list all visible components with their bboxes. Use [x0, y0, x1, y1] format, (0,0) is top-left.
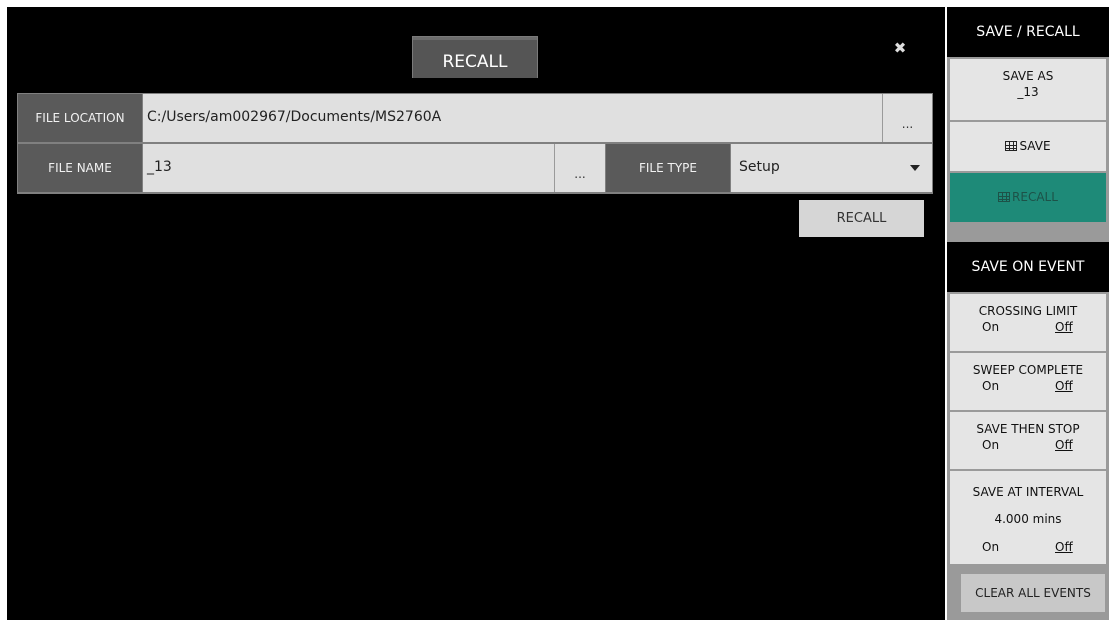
file-location-label: FILE LOCATION	[18, 94, 142, 142]
dialog-title-text: RECALL	[442, 52, 508, 72]
save-at-interval-on: On	[982, 540, 1000, 554]
save-then-stop-label: SAVE THEN STOP	[976, 422, 1080, 436]
crossing-limit-toggle[interactable]: CROSSING LIMIT On Off	[950, 294, 1106, 351]
file-type-select[interactable]: Setup	[731, 144, 932, 192]
file-name-label: FILE NAME	[18, 144, 142, 192]
browse-name-button[interactable]: ...	[554, 144, 605, 192]
save-at-interval-toggle[interactable]: SAVE AT INTERVAL 4.000 mins On Off	[950, 471, 1106, 564]
crossing-limit-on: On	[982, 320, 1000, 334]
sweep-complete-off: Off	[1055, 379, 1073, 393]
save-at-interval-label: SAVE AT INTERVAL	[972, 485, 1084, 499]
file-type-label: FILE TYPE	[606, 144, 730, 192]
recall-side-label: RECALL	[1012, 190, 1058, 204]
save-label: SAVE	[1019, 139, 1051, 153]
file-location-field[interactable]: C:/Users/am002967/Documents/MS2760A	[143, 94, 882, 142]
file-type-value: Setup	[739, 159, 780, 175]
recall-dialog: RECALL ✖ FILE LOCATION C:/Users/am002967…	[7, 7, 945, 620]
save-button[interactable]: SAVE	[950, 122, 1106, 171]
save-then-stop-off: Off	[1055, 438, 1073, 452]
sweep-complete-label: SWEEP COMPLETE	[972, 363, 1084, 377]
browse-location-button[interactable]: ...	[882, 94, 932, 142]
save-then-stop-toggle[interactable]: SAVE THEN STOP On Off	[950, 412, 1106, 469]
save-recall-header: SAVE / RECALL	[947, 7, 1109, 57]
grid-icon	[998, 192, 1011, 202]
sweep-complete-toggle[interactable]: SWEEP COMPLETE On Off	[950, 353, 1106, 410]
sweep-complete-on: On	[982, 379, 1000, 393]
save-as-label: SAVE AS	[1002, 69, 1054, 83]
save-as-value: _13	[1017, 85, 1039, 99]
crossing-limit-off: Off	[1055, 320, 1073, 334]
side-panel: SAVE / RECALL SAVE AS _13 SAVE RECALL SA…	[947, 7, 1109, 620]
save-at-interval-value: 4.000 mins	[994, 512, 1062, 526]
close-icon[interactable]: ✖	[892, 40, 908, 56]
save-at-interval-off: Off	[1055, 540, 1073, 554]
crossing-limit-label: CROSSING LIMIT	[978, 304, 1078, 318]
save-then-stop-on: On	[982, 438, 1000, 452]
file-name-row: FILE NAME _13 ... FILE TYPE Setup	[18, 144, 932, 192]
recall-button[interactable]: RECALL	[799, 200, 924, 237]
recall-form: FILE LOCATION C:/Users/am002967/Document…	[17, 93, 933, 194]
grid-icon	[1005, 141, 1018, 151]
save-on-event-header: SAVE ON EVENT	[947, 242, 1109, 292]
title-tab-accent	[413, 37, 537, 40]
save-as-button[interactable]: SAVE AS _13	[950, 59, 1106, 120]
file-name-field[interactable]: _13	[143, 144, 554, 192]
dialog-title: RECALL	[412, 36, 538, 78]
recall-side-button[interactable]: RECALL	[950, 173, 1106, 222]
chevron-down-icon	[910, 165, 920, 171]
file-location-row: FILE LOCATION C:/Users/am002967/Document…	[18, 94, 932, 142]
clear-all-events-button[interactable]: CLEAR ALL EVENTS	[961, 574, 1105, 612]
